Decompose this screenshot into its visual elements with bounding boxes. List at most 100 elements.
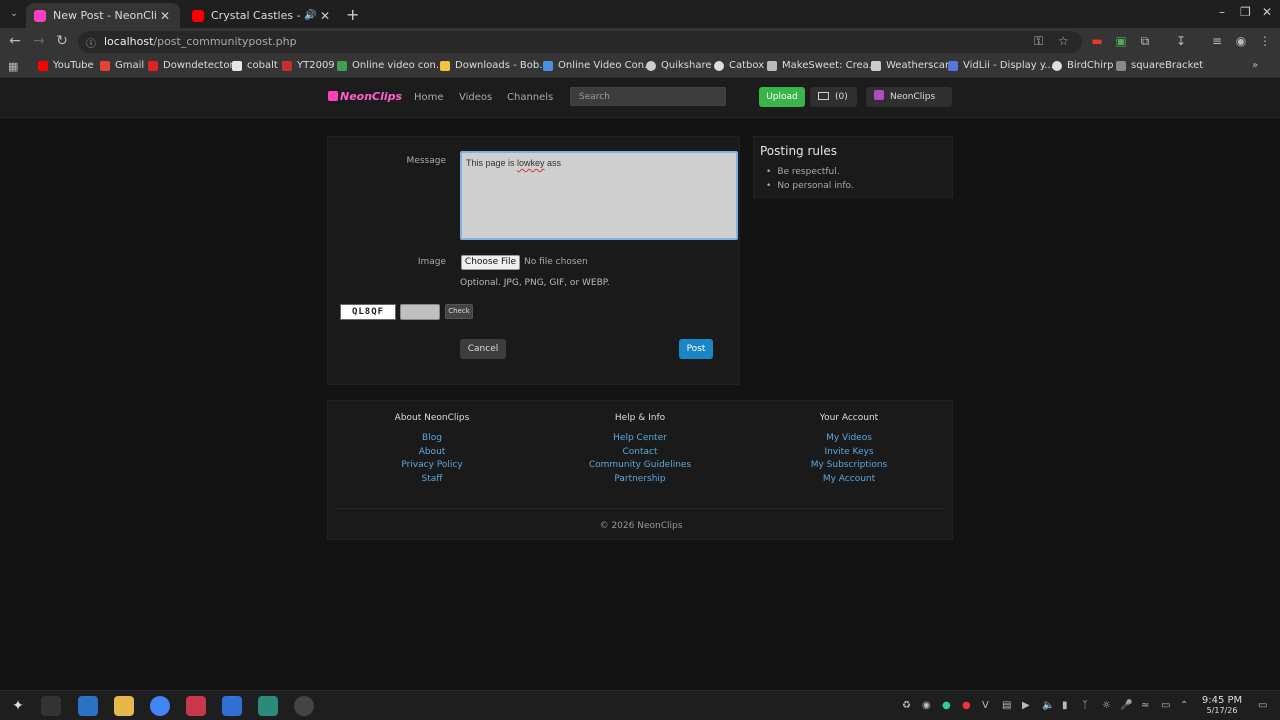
- reading-list-icon[interactable]: ≡: [1209, 34, 1225, 48]
- bookmark-squarebracket[interactable]: squareBracket: [1116, 60, 1203, 71]
- bookmark-youtube[interactable]: YouTube: [38, 60, 94, 71]
- tray-overflow-icon[interactable]: ⌃: [1180, 700, 1188, 711]
- upload-button[interactable]: Upload: [759, 87, 805, 107]
- store-icon[interactable]: [78, 696, 98, 716]
- footer-link-my-subscriptions[interactable]: My Subscriptions: [794, 459, 904, 473]
- footer-link-my-videos[interactable]: My Videos: [794, 432, 904, 446]
- bookmark-quikshare[interactable]: Quikshare: [646, 60, 712, 71]
- browser-menu-icon[interactable]: ⋮: [1257, 34, 1273, 48]
- tray-record-icon[interactable]: ●: [962, 700, 971, 711]
- post-button[interactable]: Post: [679, 339, 713, 359]
- tray-app-icon[interactable]: ◉: [922, 700, 931, 711]
- chrome-icon[interactable]: [150, 696, 170, 716]
- bookmark-gmail[interactable]: Gmail: [100, 60, 144, 71]
- url-text[interactable]: localhost/post_communitypost.php: [104, 35, 297, 48]
- bookmark-star-icon[interactable]: ☆: [1058, 34, 1069, 48]
- profile-icon[interactable]: ◉: [1233, 34, 1249, 48]
- rule-item: No personal info.: [766, 179, 853, 193]
- start-menu-icon[interactable]: ✦: [8, 696, 28, 716]
- cancel-button[interactable]: Cancel: [460, 339, 506, 359]
- back-icon[interactable]: ←: [6, 33, 24, 49]
- footer-link-contact[interactable]: Contact: [580, 446, 700, 460]
- nav-home[interactable]: Home: [414, 92, 444, 103]
- tab-crystal-castles[interactable]: Crystal Castles - Magic Sp 🔊 ✕: [184, 3, 340, 28]
- inbox-button[interactable]: (0): [810, 87, 857, 107]
- tab-search-icon[interactable]: ⌄: [6, 6, 22, 22]
- nav-videos[interactable]: Videos: [459, 92, 492, 103]
- new-tab-button[interactable]: +: [346, 5, 359, 24]
- tray-volume-icon[interactable]: 🔈: [1042, 700, 1054, 711]
- more-bookmarks-icon[interactable]: »: [1252, 60, 1258, 71]
- password-key-icon[interactable]: ⚿: [1034, 34, 1043, 49]
- catbox-icon: [714, 60, 724, 71]
- notes-app-icon[interactable]: [222, 696, 242, 716]
- footer-link-privacy-policy[interactable]: Privacy Policy: [382, 459, 482, 473]
- battery-icon[interactable]: ▭: [1161, 700, 1170, 711]
- download-icon[interactable]: ↧: [1173, 34, 1189, 48]
- obs-icon[interactable]: [294, 696, 314, 716]
- apps-grid-icon[interactable]: ▦: [8, 60, 18, 73]
- system-clock[interactable]: 9:45 PM 5/17/26: [1195, 695, 1249, 715]
- bookmark-downloads[interactable]: Downloads - Bob...: [440, 60, 549, 71]
- site-logo[interactable]: NeonClips: [328, 90, 402, 103]
- close-window-icon[interactable]: ✕: [1262, 5, 1272, 19]
- account-menu-button[interactable]: NeonClips: [866, 87, 952, 107]
- bookmark-catbox[interactable]: Catbox: [714, 60, 764, 71]
- address-bar[interactable]: ⓘ localhost/post_communitypost.php ⚿ ☆: [78, 31, 1082, 53]
- close-tab-icon[interactable]: ✕: [318, 9, 332, 23]
- nav-channels[interactable]: Channels: [507, 92, 553, 103]
- tray-status-icon[interactable]: ●: [942, 700, 951, 711]
- forward-icon[interactable]: →: [30, 33, 48, 49]
- file-explorer-icon[interactable]: [114, 696, 134, 716]
- converter-icon: [543, 60, 553, 71]
- bookmark-cobalt[interactable]: cobalt: [232, 60, 278, 71]
- audio-playing-icon[interactable]: 🔊: [304, 10, 318, 21]
- bookmark-makesweet[interactable]: MakeSweet: Crea...: [767, 60, 878, 71]
- bookmark-online-video-converter[interactable]: Online video con...: [337, 60, 445, 71]
- tray-recycle-icon[interactable]: ♻: [902, 700, 911, 711]
- tab-new-post[interactable]: New Post - NeonClips ✕: [26, 3, 180, 28]
- microphone-icon[interactable]: 🎤: [1120, 700, 1132, 711]
- search-input[interactable]: Search: [570, 87, 726, 106]
- tray-vpn-icon[interactable]: V: [982, 700, 989, 711]
- show-desktop-icon[interactable]: ▭: [1258, 700, 1267, 711]
- video-app-icon[interactable]: [186, 696, 206, 716]
- extension-red-icon[interactable]: ▬: [1089, 34, 1105, 48]
- bluetooth-icon[interactable]: ᛉ: [1082, 700, 1088, 711]
- footer-link-my-account[interactable]: My Account: [794, 473, 904, 487]
- footer-link-blog[interactable]: Blog: [382, 432, 482, 446]
- bookmark-downdetector[interactable]: Downdetector: [148, 60, 234, 71]
- reload-icon[interactable]: ↻: [53, 33, 71, 49]
- minimize-icon[interactable]: –: [1219, 5, 1225, 19]
- captcha-check-button[interactable]: Check: [445, 304, 473, 319]
- bookmark-label: BirdChirp: [1067, 60, 1114, 71]
- tray-media-icon[interactable]: ▶: [1022, 700, 1030, 711]
- tray-usb-icon[interactable]: ▮: [1062, 700, 1068, 711]
- footer-link-invite-keys[interactable]: Invite Keys: [794, 446, 904, 460]
- footer-link-staff[interactable]: Staff: [382, 473, 482, 487]
- captcha-input[interactable]: [400, 304, 440, 320]
- close-tab-icon[interactable]: ✕: [158, 9, 172, 23]
- footer-link-help-center[interactable]: Help Center: [580, 432, 700, 446]
- bookmark-label: Weatherscan: [886, 60, 952, 71]
- bookmark-weatherscan[interactable]: Weatherscan: [871, 60, 951, 71]
- message-textarea[interactable]: This page is lowkey ass: [460, 151, 738, 240]
- footer-link-partnership[interactable]: Partnership: [580, 473, 700, 487]
- bookmark-yt2009[interactable]: YT2009: [282, 60, 335, 71]
- bookmark-online-video-con[interactable]: Online Video Con...: [543, 60, 654, 71]
- restore-icon[interactable]: ❐: [1240, 5, 1251, 19]
- task-view-icon[interactable]: [41, 696, 61, 716]
- site-info-icon[interactable]: ⓘ: [86, 35, 98, 50]
- footer-link-community-guidelines[interactable]: Community Guidelines: [580, 459, 700, 473]
- wifi-icon[interactable]: ≈: [1141, 700, 1149, 711]
- bookmark-vidlii[interactable]: VidLii - Display y...: [948, 60, 1054, 71]
- new-post-form: Message This page is lowkey ass Image Ch…: [327, 136, 740, 385]
- extension-green-icon[interactable]: ▣: [1113, 34, 1129, 48]
- choose-file-button[interactable]: Choose File: [461, 255, 520, 270]
- extensions-puzzle-icon[interactable]: ⧉: [1137, 34, 1153, 49]
- bookmark-birdchirp[interactable]: BirdChirp: [1052, 60, 1113, 71]
- tray-clipboard-icon[interactable]: ▤: [1002, 700, 1011, 711]
- brightness-icon[interactable]: ☼: [1102, 700, 1111, 711]
- footer-link-about[interactable]: About: [382, 446, 482, 460]
- terminal-icon[interactable]: [258, 696, 278, 716]
